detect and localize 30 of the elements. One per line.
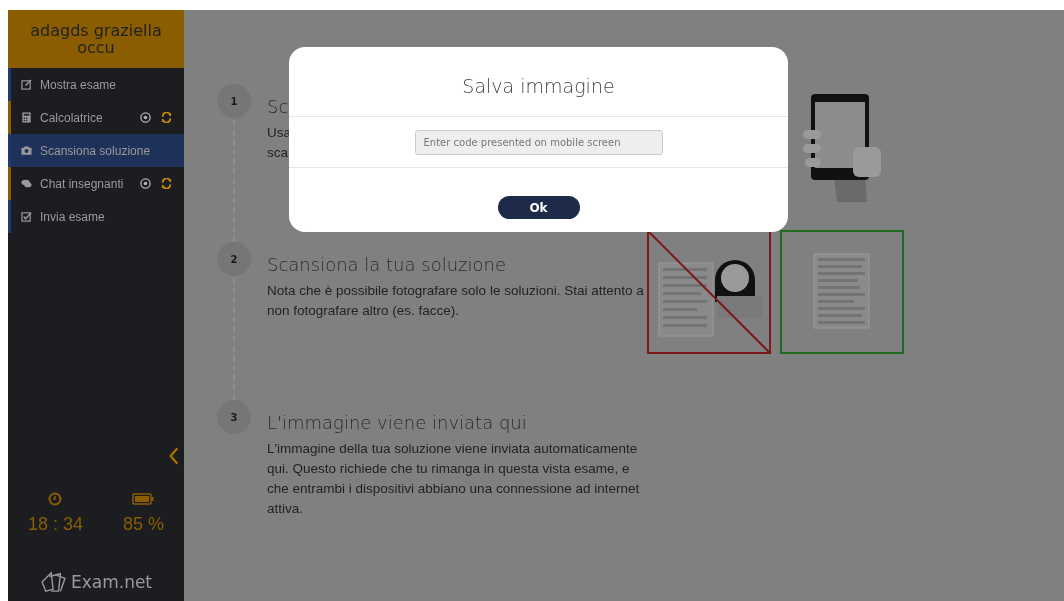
chat-icon: [21, 178, 32, 189]
step-title: Scansiona la tua soluzione: [267, 254, 508, 275]
step-text: Nota che è possibile fotografare solo le soluzioni. Stai attento a non fotografare altro (es. facce).: [267, 282, 645, 320]
papers-logo-icon: [39, 571, 68, 593]
checkbox-icon: [21, 211, 32, 222]
step-title: Sc: [267, 96, 290, 117]
camera-icon: [21, 145, 32, 156]
calculator-icon: [21, 112, 32, 123]
refresh-icon[interactable]: [161, 112, 172, 123]
step-number: 3: [217, 400, 251, 434]
clock-icon: [48, 492, 63, 506]
time-remaining: 18 : 34: [27, 514, 83, 535]
step-title: L'immagine viene inviata qui: [267, 412, 528, 433]
battery-icon: [132, 493, 155, 505]
target-icon[interactable]: [140, 112, 151, 123]
dialog-title: Salva immagine: [289, 47, 788, 117]
edit-icon: [21, 79, 32, 90]
step-number: 1: [217, 84, 251, 118]
user-name: adagds graziella occu: [8, 10, 184, 68]
step-text: L'immagine della tua soluzione viene inviata automaticamente qui. Questo richiede che tu rimanga in questa vista esame, e che entrambi i dispositivi abbiano una connessione ad internet attiva.: [267, 440, 641, 518]
refresh-icon[interactable]: [161, 178, 172, 189]
ok-button[interactable]: Ok: [497, 196, 580, 219]
collapse-chevron-icon[interactable]: [168, 446, 180, 466]
logo-text: Exam.net: [70, 572, 153, 592]
battery-level: 85 %: [122, 514, 164, 535]
sidebar-item[interactable]: Scansiona soluzione: [8, 134, 184, 167]
step-number: 2: [217, 242, 251, 276]
step-text: sca: [267, 144, 288, 162]
target-icon[interactable]: [140, 178, 151, 189]
code-input-field[interactable]: Enter code presented on mobile screen: [414, 129, 663, 155]
